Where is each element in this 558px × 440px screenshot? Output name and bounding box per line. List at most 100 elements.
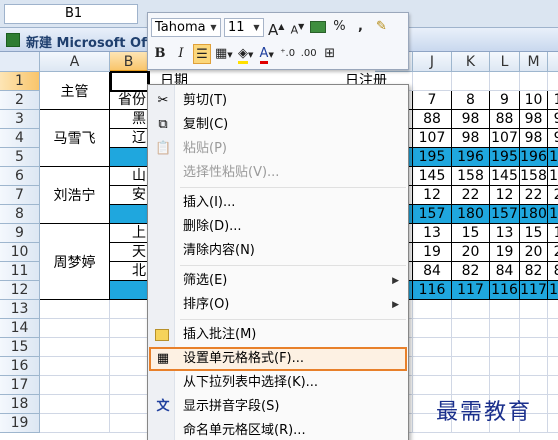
cell[interactable] <box>110 300 148 319</box>
fill-color-button[interactable]: ◈▼ <box>237 44 255 64</box>
data-cell[interactable]: 158 <box>452 167 490 186</box>
manager-cell[interactable]: 马雪飞 <box>40 110 110 167</box>
data-cell[interactable]: 12 <box>490 186 520 205</box>
data-cell[interactable]: 20 <box>548 243 558 262</box>
row-header-15[interactable]: 15 <box>0 338 40 357</box>
data-cell[interactable]: 22 <box>520 186 548 205</box>
menu-show-phonetic-item[interactable]: 文显示拼音字段(S) <box>149 395 407 419</box>
format-painter-button[interactable]: ✎ <box>372 17 390 37</box>
data-cell[interactable]: 117 <box>520 281 548 300</box>
column-header-b[interactable]: B <box>110 52 148 72</box>
data-cell[interactable] <box>490 338 520 357</box>
data-cell[interactable]: 10 <box>520 91 548 110</box>
row-header-8[interactable]: 8 <box>0 205 40 224</box>
font-name-combo[interactable]: Tahoma ▼ <box>151 17 221 37</box>
data-cell[interactable]: 196 <box>520 148 548 167</box>
column-header-k[interactable]: K <box>452 52 490 72</box>
data-cell[interactable] <box>413 338 452 357</box>
data-cell[interactable]: 7 <box>413 91 452 110</box>
menu-paste-item[interactable]: 📋 粘贴(P) <box>149 137 407 161</box>
menu-filter-item[interactable]: 筛选(E) ▶ <box>149 269 407 293</box>
cell[interactable] <box>110 376 148 395</box>
column-header-m[interactable]: M <box>520 52 548 72</box>
shrink-font-button[interactable]: A▼ <box>288 17 306 37</box>
data-cell[interactable] <box>490 72 520 91</box>
data-cell[interactable] <box>413 376 452 395</box>
data-cell[interactable]: 98 <box>548 129 558 148</box>
data-cell[interactable]: 145 <box>413 167 452 186</box>
cell[interactable] <box>110 338 148 357</box>
column-header-l[interactable]: L <box>490 52 520 72</box>
align-center-button[interactable]: ☰ <box>193 44 211 64</box>
data-cell[interactable] <box>452 72 490 91</box>
data-cell[interactable]: 22 <box>452 186 490 205</box>
data-cell[interactable] <box>413 357 452 376</box>
data-cell[interactable]: 195 <box>413 148 452 167</box>
row-header-16[interactable]: 16 <box>0 357 40 376</box>
cell[interactable] <box>40 414 110 433</box>
data-cell[interactable] <box>520 338 548 357</box>
data-cell[interactable]: 22 <box>548 186 558 205</box>
row-header-18[interactable]: 18 <box>0 395 40 414</box>
accounting-format-button[interactable] <box>309 17 327 37</box>
data-cell[interactable]: 15 <box>520 224 548 243</box>
data-cell[interactable]: 195 <box>490 148 520 167</box>
data-cell[interactable]: 9 <box>490 91 520 110</box>
row-header-13[interactable]: 13 <box>0 300 40 319</box>
menu-sort-item[interactable]: 排序(O) ▶ <box>149 293 407 317</box>
data-cell[interactable]: 20 <box>520 243 548 262</box>
data-cell[interactable] <box>490 357 520 376</box>
data-cell[interactable]: 12 <box>413 186 452 205</box>
row-header-7[interactable]: 7 <box>0 186 40 205</box>
data-cell[interactable]: 8 <box>452 91 490 110</box>
data-cell[interactable]: 98 <box>452 110 490 129</box>
row-header-2[interactable]: 2 <box>0 91 40 110</box>
data-cell[interactable]: 13 <box>490 224 520 243</box>
data-cell[interactable]: 196 <box>452 148 490 167</box>
cell[interactable] <box>110 414 148 433</box>
data-cell[interactable]: 84 <box>490 262 520 281</box>
grow-font-button[interactable]: A▲ <box>267 17 285 39</box>
data-cell[interactable]: 180 <box>548 205 558 224</box>
data-cell[interactable] <box>520 300 548 319</box>
data-cell[interactable]: 19 <box>413 243 452 262</box>
menu-insert-item[interactable]: 插入(I)... <box>149 191 407 215</box>
active-cell-b1[interactable] <box>110 71 150 92</box>
row-header-12[interactable]: 12 <box>0 281 40 300</box>
row-header-17[interactable]: 17 <box>0 376 40 395</box>
manager-cell[interactable]: 周梦婷 <box>40 224 110 300</box>
row-header-6[interactable]: 6 <box>0 167 40 186</box>
data-cell[interactable]: 180 <box>452 205 490 224</box>
row-header-10[interactable]: 10 <box>0 243 40 262</box>
data-cell[interactable] <box>548 376 558 395</box>
data-cell[interactable] <box>520 319 548 338</box>
menu-pick-from-list-item[interactable]: 从下拉列表中选择(K)... <box>149 371 407 395</box>
cell[interactable] <box>40 338 110 357</box>
data-cell[interactable]: 158 <box>520 167 548 186</box>
data-cell[interactable] <box>490 300 520 319</box>
data-cell[interactable]: 116 <box>490 281 520 300</box>
manager-cell[interactable]: 刘浩宁 <box>40 167 110 224</box>
data-cell[interactable]: 13 <box>413 224 452 243</box>
data-cell[interactable] <box>548 395 558 414</box>
data-cell[interactable]: 19 <box>490 243 520 262</box>
cell[interactable] <box>110 395 148 414</box>
cell[interactable] <box>40 357 110 376</box>
data-cell[interactable] <box>490 319 520 338</box>
comma-button[interactable]: , <box>351 17 369 37</box>
data-cell[interactable] <box>413 72 452 91</box>
data-cell[interactable] <box>520 72 548 91</box>
row-header-3[interactable]: 3 <box>0 110 40 129</box>
data-cell[interactable] <box>452 338 490 357</box>
menu-copy-item[interactable]: ⧉ 复制(C) <box>149 113 407 137</box>
row-header-9[interactable]: 9 <box>0 224 40 243</box>
data-cell[interactable]: 88 <box>413 110 452 129</box>
data-cell[interactable]: 82 <box>548 262 558 281</box>
data-cell[interactable] <box>452 376 490 395</box>
cell[interactable] <box>40 300 110 319</box>
menu-insert-comment-item[interactable]: 插入批注(M) <box>149 323 407 347</box>
italic-button[interactable]: I <box>172 44 190 64</box>
manager-cell[interactable]: 主管 <box>40 72 110 110</box>
column-header-n[interactable]: N <box>548 52 558 72</box>
cell[interactable] <box>110 357 148 376</box>
